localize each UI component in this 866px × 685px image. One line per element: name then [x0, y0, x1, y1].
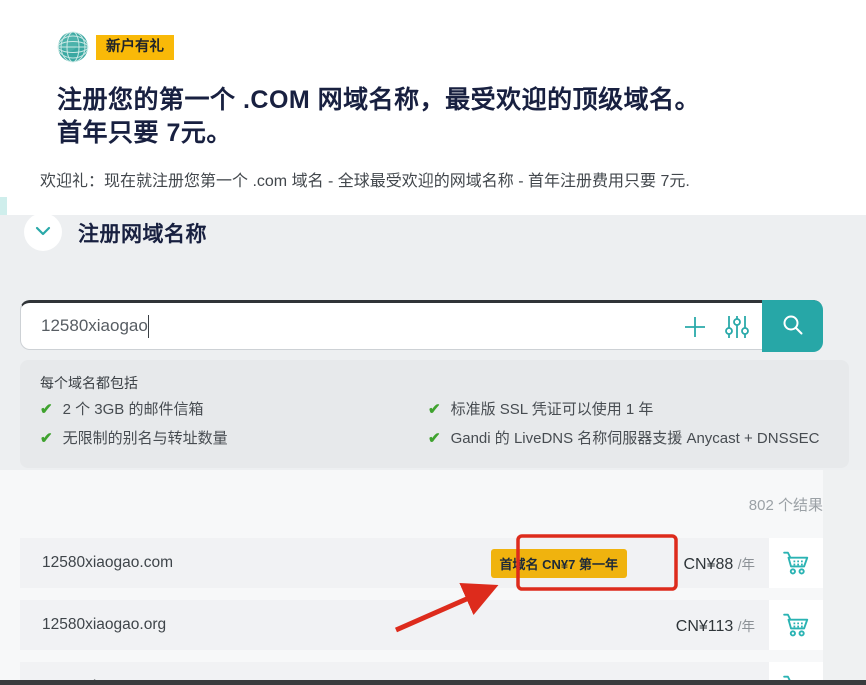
price-period: /年	[738, 557, 755, 572]
results-count: 802 个结果	[500, 494, 823, 515]
check-icon: ✔	[40, 401, 53, 418]
search-filters-button[interactable]	[723, 313, 751, 341]
feature-item: ✔ 标准版 SSL 凭证可以使用 1 年	[428, 398, 653, 419]
bottom-edge-bar	[0, 680, 866, 685]
plus-icon	[681, 329, 709, 344]
included-features-panel: 每个域名都包括 ✔ 2 个 3GB 的邮件信箱 ✔ 无限制的别名与转址数量 ✔ 标准版…	[20, 360, 849, 468]
domain-name: 12580xiaogao.org	[42, 616, 166, 634]
price-period: /年	[738, 619, 755, 634]
result-row-com: 12580xiaogao.com 首域名 CN¥7 第一年 CN¥88 /年	[20, 538, 823, 588]
result-row-body: 12580xiaogao.org CN¥113 /年	[20, 600, 769, 650]
section-title: 注册网域名称	[78, 218, 207, 248]
domain-search-section: 注册网域名称	[0, 215, 866, 470]
feature-text: 无限制的别名与转址数量	[63, 430, 228, 447]
promo-heading-line2: 首年只要 7元。	[57, 117, 817, 150]
price: CN¥113 /年	[643, 615, 755, 636]
result-row-org: 12580xiaogao.org CN¥113 /年	[20, 600, 823, 650]
domain-search-bar	[20, 300, 823, 350]
first-domain-promo-badge: 首域名 CN¥7 第一年	[491, 549, 627, 578]
search-submit-button[interactable]	[762, 300, 823, 352]
check-icon: ✔	[40, 430, 53, 447]
feature-item: ✔ 无限制的别名与转址数量	[40, 427, 228, 448]
globe-icon	[57, 31, 89, 63]
domain-name: 12580xiaogao.com	[42, 554, 173, 572]
feature-text: Gandi 的 LiveDNS 名称伺服器支援 Anycast + DNSSEC	[451, 430, 820, 447]
price-amount: CN¥88	[683, 556, 733, 573]
add-domain-button[interactable]	[681, 313, 709, 341]
result-row-body: 12580xiaogao.com 首域名 CN¥7 第一年 CN¥88 /年	[20, 538, 769, 588]
price-amount: CN¥113	[676, 618, 734, 635]
promo-heading-line1: 注册您的第一个 .COM 网域名称，最受欢迎的顶级域名。	[57, 84, 817, 117]
promo-heading: 注册您的第一个 .COM 网域名称，最受欢迎的顶级域名。 首年只要 7元。	[57, 84, 817, 150]
features-title: 每个域名都包括	[40, 373, 138, 393]
promo-header: 新户有礼 注册您的第一个 .COM 网域名称，最受欢迎的顶级域名。 首年只要 7…	[0, 0, 866, 215]
add-to-cart-button[interactable]	[769, 538, 823, 588]
cart-icon	[781, 609, 811, 642]
cart-icon	[781, 547, 811, 580]
feature-text: 标准版 SSL 凭证可以使用 1 年	[451, 401, 654, 418]
sliders-icon	[723, 329, 751, 344]
results-list: 12580xiaogao.com 首域名 CN¥7 第一年 CN¥88 /年	[20, 538, 823, 685]
add-to-cart-button[interactable]	[769, 600, 823, 650]
text-caret	[148, 315, 149, 338]
magnifier-icon	[780, 312, 806, 341]
feature-item: ✔ 2 个 3GB 的邮件信箱	[40, 398, 203, 419]
domain-search-input[interactable]	[39, 305, 519, 347]
results-right-margin	[823, 470, 866, 680]
search-results-section: 802 个结果 12580xiaogao.com 首域名 CN¥7 第一年 CN…	[0, 470, 866, 680]
price: CN¥88 /年	[643, 553, 755, 574]
chevron-down-icon	[32, 220, 54, 245]
feature-text: 2 个 3GB 的邮件信箱	[63, 401, 204, 418]
page: 新户有礼 注册您的第一个 .COM 网域名称，最受欢迎的顶级域名。 首年只要 7…	[0, 0, 866, 685]
check-icon: ✔	[428, 430, 441, 447]
section-collapse-button[interactable]	[24, 213, 62, 251]
new-user-gift-badge: 新户有礼	[96, 35, 174, 60]
feature-item: ✔ Gandi 的 LiveDNS 名称伺服器支援 Anycast + DNSSE…	[428, 427, 819, 448]
check-icon: ✔	[428, 401, 441, 418]
promo-subheading: 欢迎礼：现在就注册您第一个 .com 域名 - 全球最受欢迎的网域名称 - 首年…	[40, 167, 840, 191]
